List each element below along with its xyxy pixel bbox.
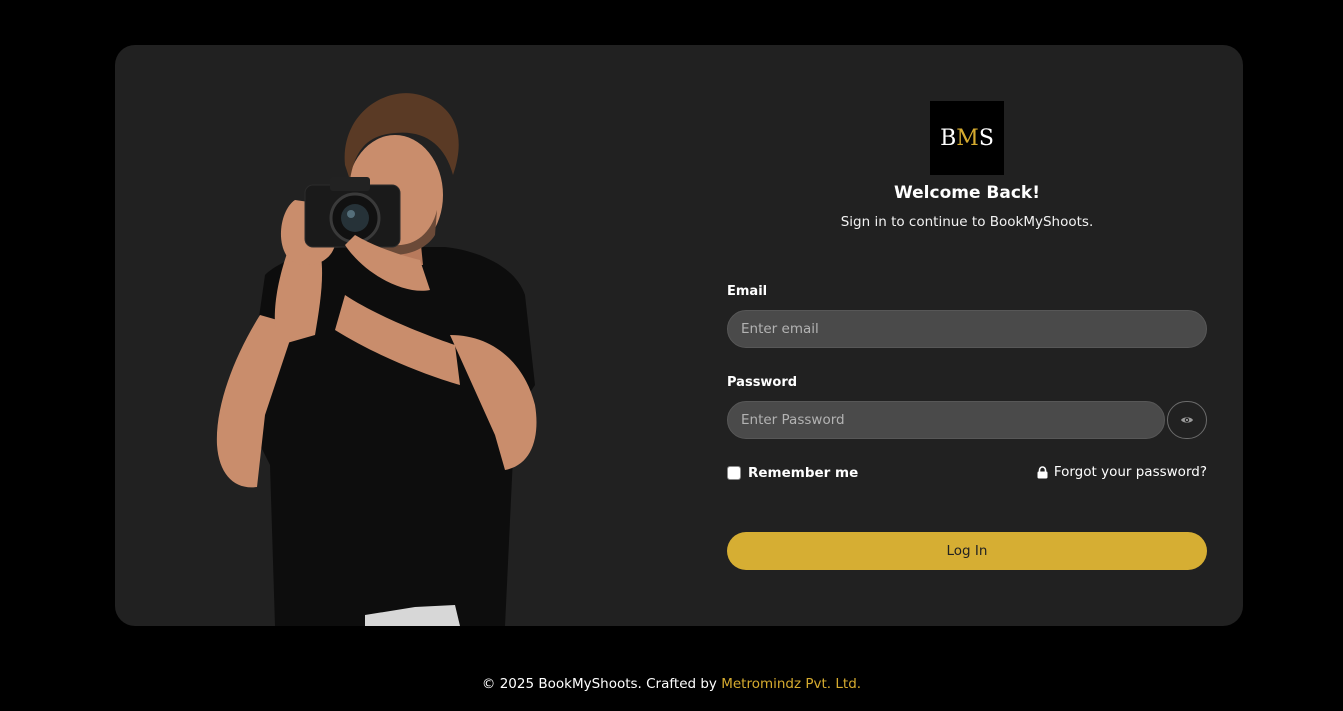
footer-company-link[interactable]: Metromindz Pvt. Ltd.: [721, 676, 861, 692]
footer-copyright: © 2025 BookMyShoots. Crafted by: [481, 676, 722, 692]
bms-logo: BMS: [930, 101, 1004, 175]
login-card: BMS Welcome Back! Sign in to continue to…: [115, 45, 1243, 626]
photographer-image: [205, 85, 555, 626]
login-form: BMS Welcome Back! Sign in to continue to…: [727, 45, 1207, 626]
password-label: Password: [727, 375, 798, 390]
lock-icon: [1037, 465, 1048, 478]
footer: © 2025 BookMyShoots. Crafted by Metromin…: [0, 676, 1343, 692]
forgot-password-link[interactable]: Forgot your password?: [1037, 464, 1207, 480]
email-label: Email: [727, 284, 768, 299]
login-button[interactable]: Log In: [727, 532, 1207, 570]
email-field[interactable]: [727, 310, 1207, 348]
remember-checkbox[interactable]: [727, 466, 741, 480]
welcome-subtitle: Sign in to continue to BookMyShoots.: [840, 214, 1094, 230]
welcome-title: Welcome Back!: [894, 183, 1040, 203]
password-field[interactable]: [727, 401, 1165, 439]
password-toggle-button[interactable]: [1167, 401, 1207, 439]
forgot-password-label: Forgot your password?: [1053, 464, 1207, 480]
remember-me[interactable]: Remember me: [727, 465, 858, 481]
eye-icon: [1181, 417, 1193, 423]
remember-label: Remember me: [748, 465, 859, 481]
